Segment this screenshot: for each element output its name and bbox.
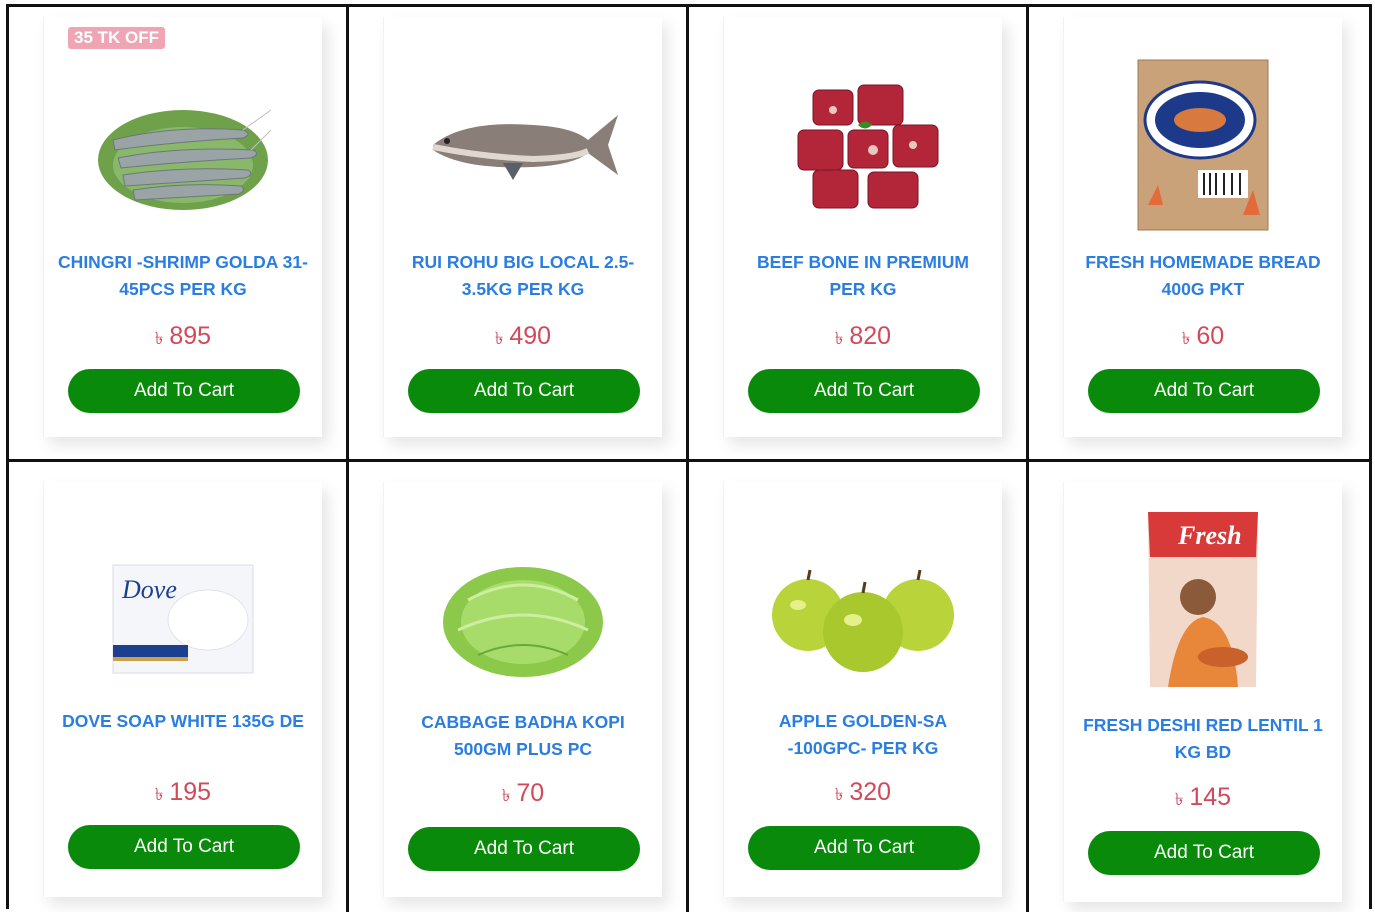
dove-soap-image[interactable]: Dove (78, 532, 288, 707)
product-price: ৳ 70 (384, 779, 662, 811)
product-cell: Dove DOVE SOAP WHITE 135G DE ৳ 195 Add To… (9, 462, 349, 912)
price-value: 60 (1196, 322, 1225, 350)
price-value: 145 (1189, 783, 1232, 811)
product-title[interactable]: CABBAGE BADHA KOPI 500GM PLUS PC (398, 709, 648, 763)
fresh-brand-label: Fresh (1177, 521, 1242, 550)
product-card[interactable]: Fresh FRESH DESHI RED LENTIL 1 KG BD ৳ 14… (1063, 482, 1342, 902)
add-to-cart-button[interactable]: Add To Cart (748, 826, 980, 870)
currency-symbol: ৳ (494, 329, 504, 348)
product-price: ৳ 195 (44, 778, 322, 810)
product-price: ৳ 895 (44, 322, 322, 354)
product-card[interactable]: Dove DOVE SOAP WHITE 135G DE ৳ 195 Add To… (43, 482, 322, 897)
product-cell: APPLE GOLDEN-SA -100GPC- PER KG ৳ 320 Add… (689, 462, 1029, 912)
price-value: 320 (849, 778, 892, 806)
cabbage-image[interactable] (418, 532, 628, 707)
currency-symbol: ৳ (834, 785, 844, 804)
product-price: ৳ 320 (724, 778, 1002, 810)
product-title[interactable]: CHINGRI -SHRIMP GOLDA 31-45PCS PER KG (58, 249, 308, 303)
add-to-cart-button[interactable]: Add To Cart (408, 827, 640, 871)
beef-image[interactable] (758, 57, 968, 232)
add-to-cart-button[interactable]: Add To Cart (68, 825, 300, 869)
currency-symbol: ৳ (1174, 790, 1184, 809)
price-value: 195 (169, 778, 212, 806)
currency-symbol: ৳ (154, 329, 164, 348)
product-cell: CABBAGE BADHA KOPI 500GM PLUS PC ৳ 70 Add… (349, 462, 689, 912)
product-card[interactable]: FRESH HOMEMADE BREAD 400G PKT ৳ 60 Add To… (1063, 17, 1342, 437)
product-card[interactable]: 35 TK OFF CHINGRI -SHRIMP GOLDA 31-45PCS… (43, 17, 322, 437)
add-to-cart-button[interactable]: Add To Cart (1088, 369, 1320, 413)
currency-symbol: ৳ (501, 786, 511, 805)
add-to-cart-button[interactable]: Add To Cart (748, 369, 980, 413)
shrimp-image[interactable] (78, 57, 288, 232)
product-price: ৳ 820 (724, 322, 1002, 354)
dove-brand-label: Dove (121, 575, 177, 604)
product-title[interactable]: DOVE SOAP WHITE 135G DE (58, 708, 308, 735)
product-cell: Fresh FRESH DESHI RED LENTIL 1 KG BD ৳ 14… (1029, 462, 1369, 912)
add-to-cart-button[interactable]: Add To Cart (408, 369, 640, 413)
price-value: 490 (509, 322, 552, 350)
product-title[interactable]: RUI ROHU BIG LOCAL 2.5-3.5KG PER KG (398, 249, 648, 303)
price-value: 895 (169, 322, 212, 350)
apples-image[interactable] (758, 532, 968, 707)
product-grid: 35 TK OFF CHINGRI -SHRIMP GOLDA 31-45PCS… (6, 4, 1372, 912)
fish-image[interactable] (418, 57, 628, 232)
currency-symbol: ৳ (834, 329, 844, 348)
product-card[interactable]: CABBAGE BADHA KOPI 500GM PLUS PC ৳ 70 Add… (383, 482, 662, 897)
discount-badge: 35 TK OFF (68, 27, 166, 49)
product-cell: RUI ROHU BIG LOCAL 2.5-3.5KG PER KG ৳ 490… (349, 7, 689, 462)
product-title[interactable]: APPLE GOLDEN-SA -100GPC- PER KG (738, 708, 988, 762)
currency-symbol: ৳ (1181, 329, 1191, 348)
lentil-packet-image[interactable]: Fresh (1098, 502, 1308, 692)
price-value: 820 (849, 322, 892, 350)
product-card[interactable]: APPLE GOLDEN-SA -100GPC- PER KG ৳ 320 Add… (723, 482, 1002, 897)
product-title[interactable]: FRESH DESHI RED LENTIL 1 KG BD (1078, 712, 1328, 766)
product-price: ৳ 60 (1064, 322, 1342, 354)
product-price: ৳ 145 (1064, 783, 1342, 815)
product-card[interactable]: BEEF BONE IN PREMIUM PER KG ৳ 820 Add To … (723, 17, 1002, 437)
add-to-cart-button[interactable]: Add To Cart (68, 369, 300, 413)
product-title[interactable]: FRESH HOMEMADE BREAD 400G PKT (1078, 249, 1328, 303)
currency-symbol: ৳ (154, 785, 164, 804)
product-cell: BEEF BONE IN PREMIUM PER KG ৳ 820 Add To … (689, 7, 1029, 462)
add-to-cart-button[interactable]: Add To Cart (1088, 831, 1320, 875)
bread-packet-image[interactable] (1098, 57, 1308, 232)
product-cell: FRESH HOMEMADE BREAD 400G PKT ৳ 60 Add To… (1029, 7, 1369, 462)
product-cell: 35 TK OFF CHINGRI -SHRIMP GOLDA 31-45PCS… (9, 7, 349, 462)
product-title[interactable]: BEEF BONE IN PREMIUM PER KG (738, 249, 988, 303)
product-card[interactable]: RUI ROHU BIG LOCAL 2.5-3.5KG PER KG ৳ 490… (383, 17, 662, 437)
price-value: 70 (516, 779, 545, 807)
product-price: ৳ 490 (384, 322, 662, 354)
